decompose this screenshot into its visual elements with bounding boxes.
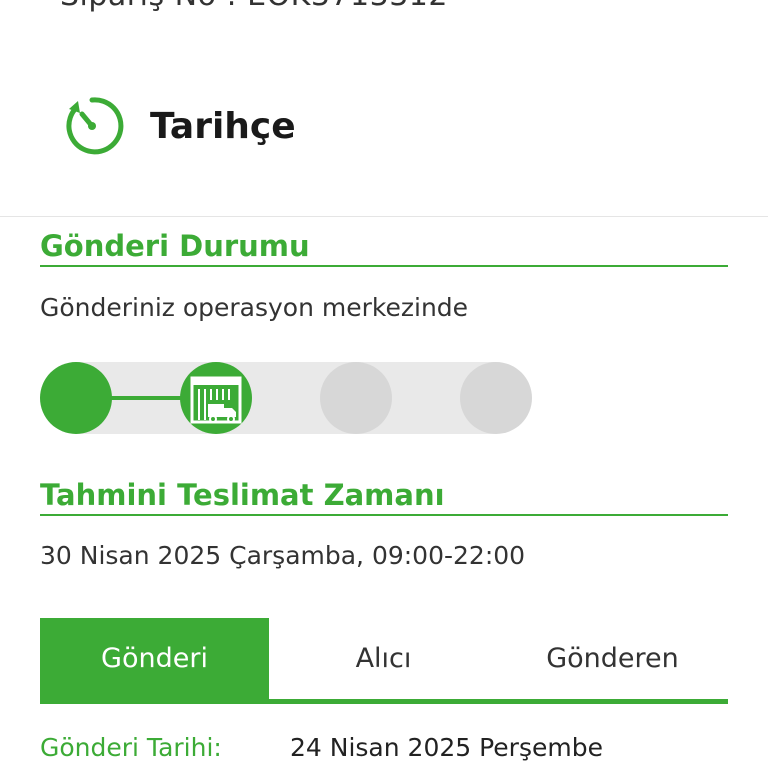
tab-recipient[interactable]: Alıcı	[269, 618, 498, 699]
detail-label: Gönderi Tarihi:	[40, 733, 222, 762]
detail-tabs: Gönderi Alıcı Gönderen	[40, 618, 728, 704]
order-number: Sipariş No : EOK3713312	[60, 0, 448, 13]
divider	[0, 216, 768, 217]
progress-line-completed	[100, 396, 190, 400]
history-label: Tarihçe	[150, 105, 296, 147]
history-clock-icon	[66, 97, 124, 155]
estimated-delivery-text: 30 Nisan 2025 Çarşamba, 09:00-22:00	[40, 541, 526, 570]
shipment-status-title: Gönderi Durumu	[40, 229, 728, 267]
detail-value: 24 Nisan 2025 Perşembe	[290, 733, 603, 762]
progress-step-2	[180, 362, 252, 434]
shipment-progress	[40, 362, 532, 434]
tab-shipment[interactable]: Gönderi	[40, 618, 269, 699]
progress-step-3	[320, 362, 392, 434]
shipment-status-text: Gönderiniz operasyon merkezinde	[40, 293, 469, 322]
progress-step-1	[40, 362, 112, 434]
progress-step-4	[460, 362, 532, 434]
shipment-tracking-page: Sipariş No : EOK3713312 Tarihçe Gönderi …	[0, 0, 768, 768]
warehouse-truck-icon	[190, 376, 242, 424]
tab-sender[interactable]: Gönderen	[498, 618, 727, 699]
estimated-delivery-title: Tahmini Teslimat Zamanı	[40, 478, 728, 516]
history-link[interactable]: Tarihçe	[58, 92, 296, 160]
